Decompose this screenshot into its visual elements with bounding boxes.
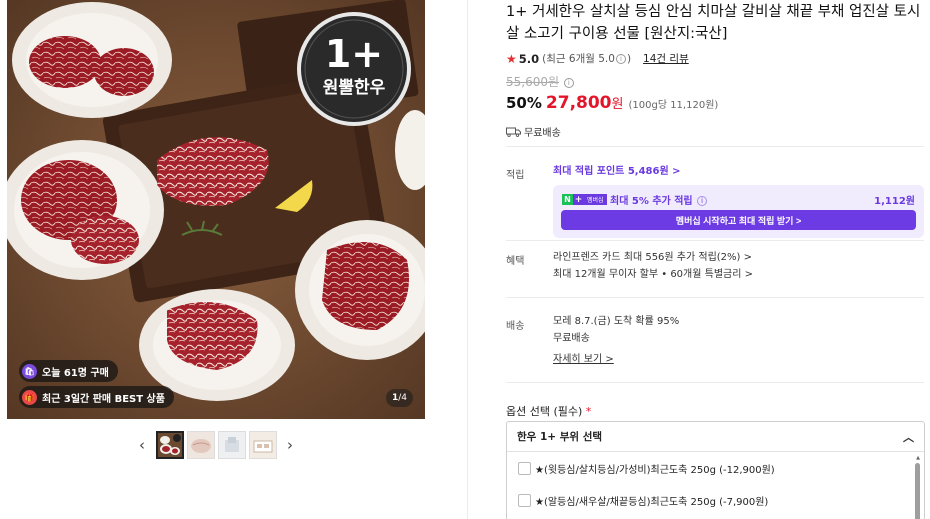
section-divider [506, 146, 924, 147]
thumbnail-3[interactable] [217, 431, 246, 459]
next-image-arrow-icon[interactable]: › [283, 431, 297, 459]
sale-price-unit: 원 [611, 97, 624, 112]
product-info: 1+ 거세한우 살치살 등심 안심 치마살 갈비살 채끝 부채 업진살 토시살 … [506, 0, 926, 139]
chevron-up-icon[interactable]: ︿ [903, 429, 914, 445]
thumbnail-1[interactable] [155, 431, 184, 459]
thumbnail-3-image [218, 432, 245, 458]
price-info-icon[interactable]: i [563, 78, 574, 88]
original-price: 55,600원 [506, 75, 560, 89]
section-divider [506, 382, 924, 383]
thumbnail-4[interactable] [248, 431, 277, 459]
cart-icon: 🛍 [22, 363, 37, 379]
seal-grade-text: 1+ [324, 32, 384, 76]
benefits-label: 혜택 [506, 256, 525, 267]
rating-score: 5.0 [518, 51, 540, 66]
delivery-info: 모레 8.7.(금) 도착 확률 95% 무료배송 자세히 보기 > [553, 313, 679, 368]
option-checkbox[interactable] [518, 493, 531, 507]
option-group-title: 한우 1+ 부위 선택 [517, 431, 603, 443]
delivery-fee: 무료배송 [553, 333, 590, 344]
seal-label-text: 원뿔한우 [322, 78, 386, 98]
membership-tag: 멤버십 [584, 194, 607, 205]
today-buyers-badge: 🛍 오늘 61명 구매 [19, 360, 118, 382]
discount-rate: 50% [506, 94, 542, 112]
naver-n-icon: N [562, 194, 573, 205]
image-page-counter: 1/4 [386, 389, 413, 407]
membership-points-box: N + 멤버십 최대 5% 추가 적립 i 1,112원 멤버십 시작하고 최대… [553, 185, 924, 238]
rating-recent: (최근 6개월 5.0 [542, 53, 615, 65]
option-item-label: ★(윗등심/살치등심/가성비)최근도축 250g (-12,900원) [535, 464, 775, 476]
sale-price: 27,800 [545, 93, 612, 113]
section-divider [506, 240, 924, 241]
installment-benefit-link[interactable]: 최대 12개월 무이자 할부 • 60개월 특별금리 > [553, 266, 753, 283]
rating-recent-close: ) [626, 52, 632, 65]
product-detail-page: 1+ 원뿔한우 🛍 오늘 61명 구매 🎁 최근 3일간 판매 BEST 상품 … [0, 0, 930, 519]
option-group-header[interactable]: 한우 1+ 부위 선택 ︿ [507, 422, 924, 452]
option-item[interactable]: ★(윗등심/살치등심/가성비)최근도축 250g (-12,900원) [507, 452, 924, 484]
truck-icon [506, 127, 521, 137]
thumbnail-4-image [249, 432, 276, 458]
thumbnail-2-image [187, 432, 214, 458]
rating-info-icon[interactable]: i [615, 53, 626, 64]
option-scrollbar-thumb[interactable] [915, 463, 920, 519]
best-seller-badge: 🎁 최근 3일간 판매 BEST 상품 [19, 386, 174, 408]
arrival-estimate: 모레 8.7.(금) 도착 확률 95% [553, 316, 680, 327]
benefits-list: 라인프렌즈 카드 최대 556원 추가 적립(2%) > 최대 12개월 무이자… [553, 249, 753, 283]
points-label: 적립 [506, 170, 525, 181]
shipping-text: 무료배송 [524, 128, 561, 139]
max-points-link[interactable]: 최대 적립 포인트 5,486원 > [553, 163, 681, 180]
unit-price: (100g당 11,120원) [628, 100, 719, 111]
rating-row: ★ 5.0 (최근 6개월 5.0 i) 14건 리뷰 [506, 51, 926, 66]
counter-total: /4 [398, 393, 408, 403]
gift-icon: 🎁 [22, 389, 37, 405]
extra-points-rate-text: 최대 5% 추가 적립 [610, 196, 693, 207]
review-count-link[interactable]: 14건 리뷰 [643, 51, 689, 66]
thumbnail-strip: ‹ › [135, 431, 297, 459]
column-divider [467, 0, 468, 519]
main-product-image[interactable]: 1+ 원뿔한우 🛍 오늘 61명 구매 🎁 최근 3일간 판매 BEST 상품 … [7, 0, 425, 419]
today-buyers-text: 오늘 61명 구매 [42, 367, 109, 379]
points-info-icon[interactable]: i [697, 196, 708, 206]
option-item-label: ★(알등심/새우살/채끝등심)최근도축 250g (-7,900원) [535, 496, 769, 508]
original-price-row: 55,600원 i [506, 73, 926, 90]
plus-icon: + [573, 194, 584, 205]
extra-points-rate: 최대 5% 추가 적립 i [610, 192, 708, 207]
product-title: 1+ 거세한우 살치살 등심 안심 치마살 갈비살 채끝 부채 업진살 토시살 … [506, 4, 921, 42]
option-label-text: 옵션 선택 (필수) [506, 405, 583, 418]
thumbnail-1-image [157, 433, 182, 457]
required-mark: * [585, 405, 592, 418]
card-benefit-link[interactable]: 라인프렌즈 카드 최대 556원 추가 적립(2%) > [553, 249, 753, 266]
best-seller-text: 최근 3일간 판매 BEST 상품 [42, 393, 165, 405]
star-icon: ★ [506, 51, 517, 66]
section-divider [506, 297, 924, 298]
membership-join-button[interactable]: 멤버십 시작하고 최대 적립 받기 > [561, 210, 916, 230]
extra-points-amount: 1,112원 [874, 196, 915, 207]
option-checkbox[interactable] [518, 461, 531, 475]
thumbnail-2[interactable] [186, 431, 215, 459]
price-row: 50% 27,800 원 (100g당 11,120원) [506, 93, 926, 113]
option-item[interactable]: ★(알등심/새우살/채끝등심)최근도축 250g (-7,900원) [507, 484, 924, 516]
option-dropdown: 한우 1+ 부위 선택 ︿ ★(윗등심/살치등심/가성비)최근도축 250g (… [506, 421, 925, 519]
delivery-label: 배송 [506, 321, 525, 332]
prev-image-arrow-icon[interactable]: ‹ [135, 431, 149, 459]
scroll-up-arrow-icon[interactable]: ▲ [916, 455, 920, 461]
shipping-row: 무료배송 [506, 124, 926, 139]
option-select-label: 옵션 선택 (필수) * [506, 403, 591, 419]
delivery-detail-link[interactable]: 자세히 보기 > [553, 351, 679, 368]
naver-plus-membership-badge: N + 멤버십 [562, 194, 607, 205]
